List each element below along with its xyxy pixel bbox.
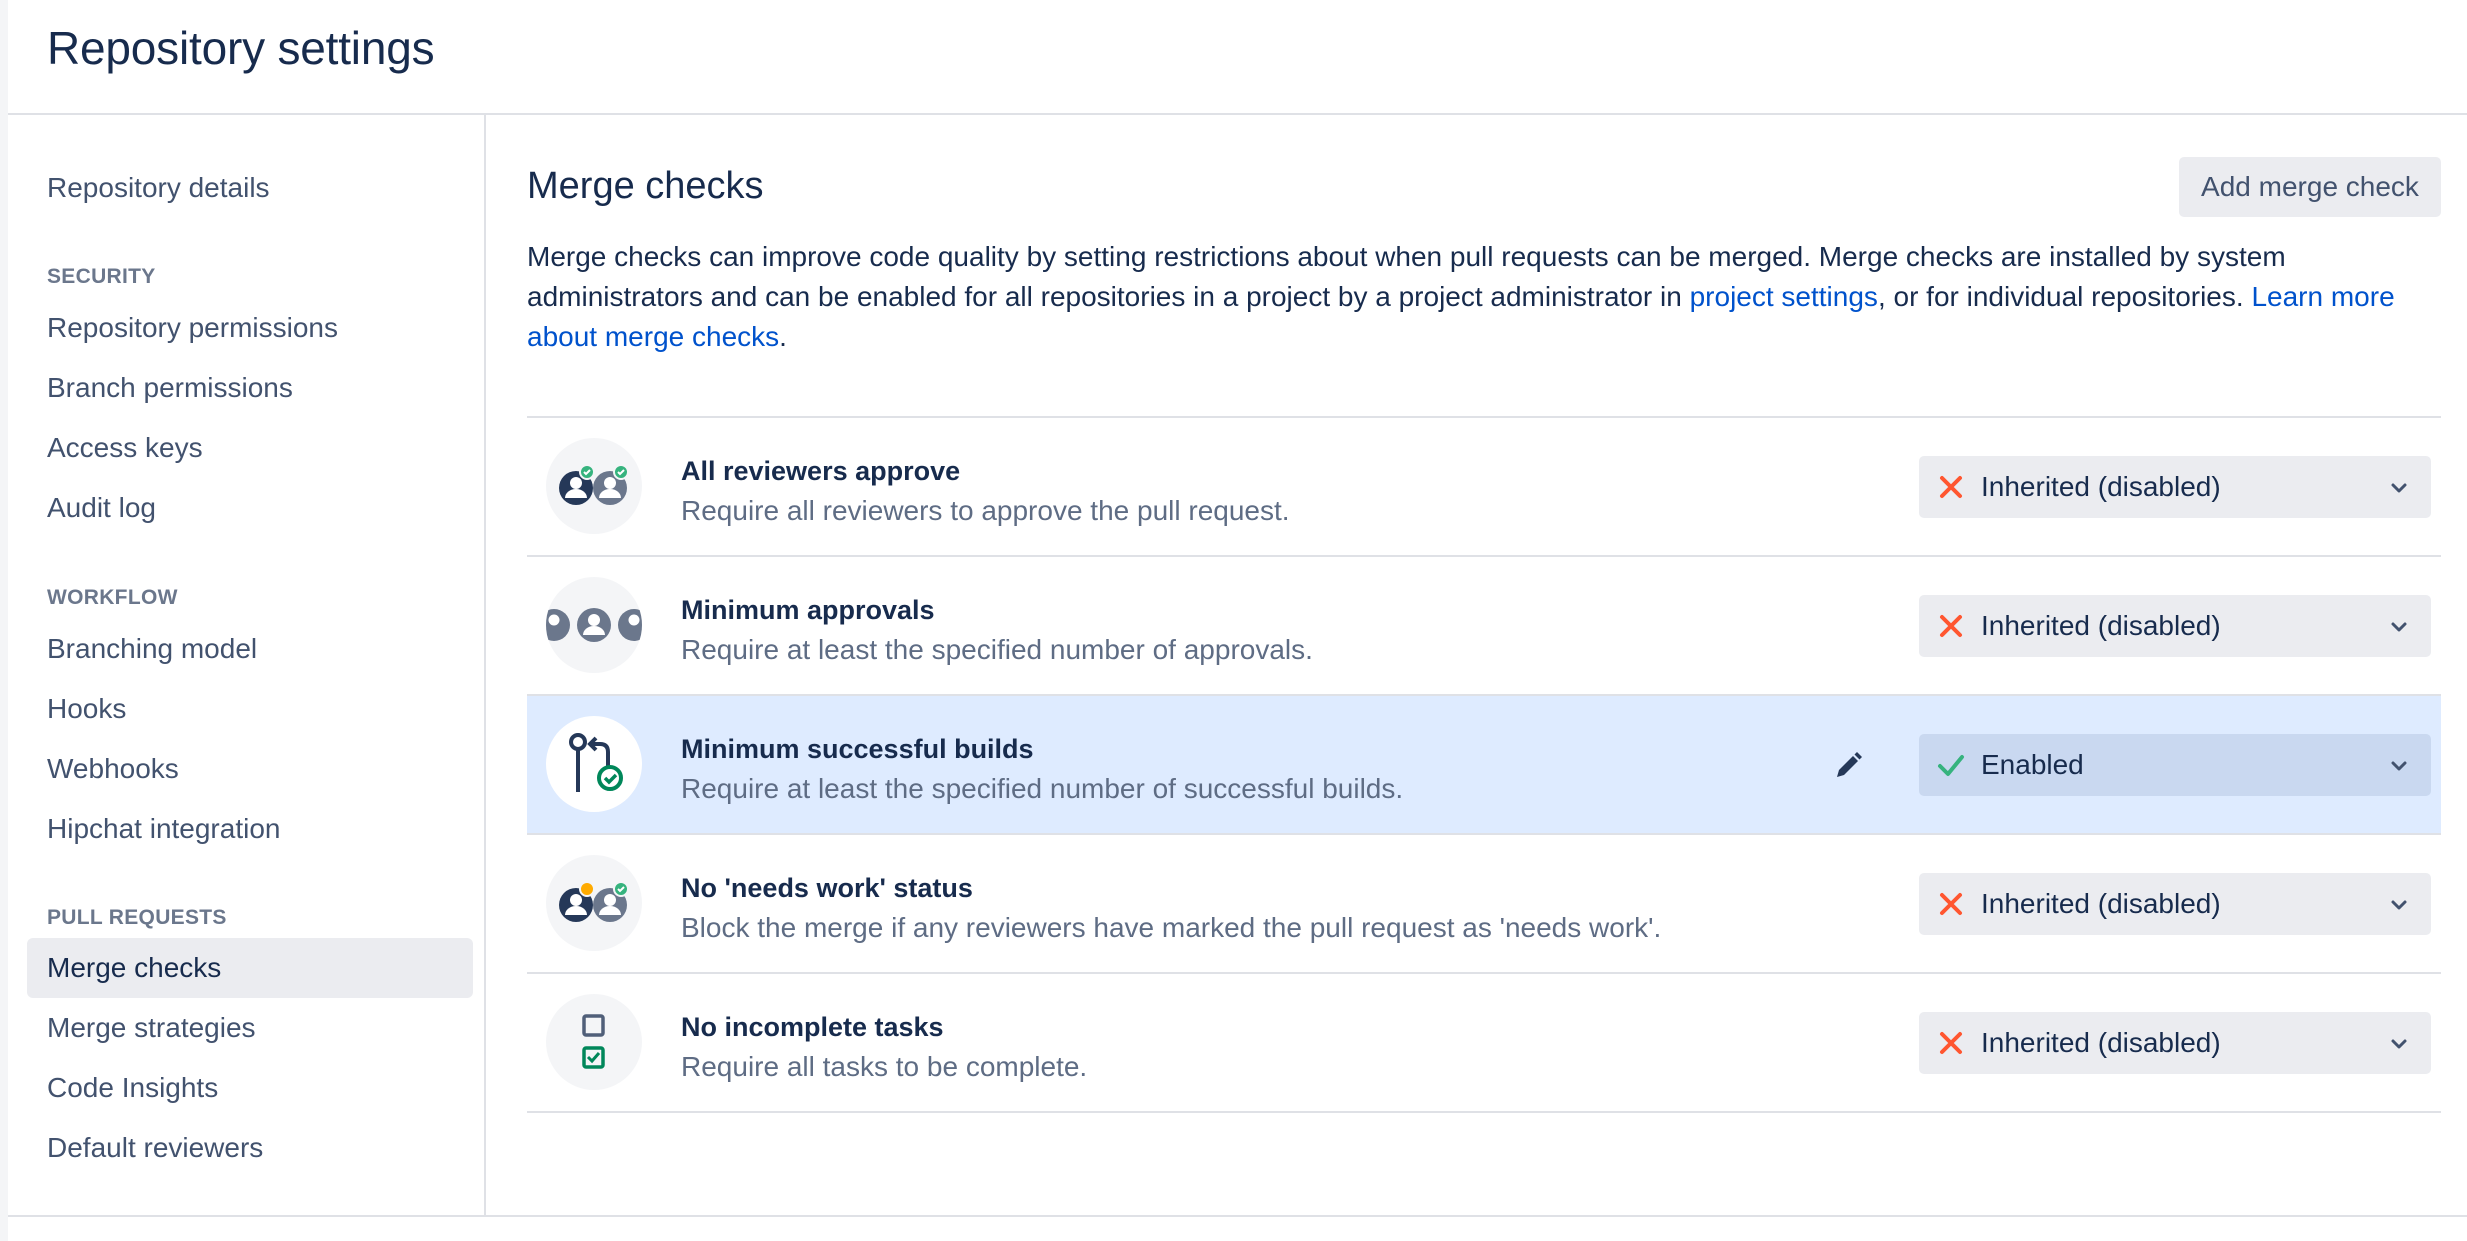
merge-check-row: Minimum approvals Require at least the s… — [527, 557, 2441, 696]
intro-text-after: . — [779, 321, 787, 352]
merge-checks-panel: Merge checks Add merge check Merge check… — [486, 115, 2467, 1215]
merge-check-status-text: Inherited (disabled) — [1981, 1027, 2221, 1058]
merge-checks-list: All reviewers approve Require all review… — [527, 416, 2441, 1113]
needs-work-reviewers-icon — [546, 855, 642, 951]
merge-check-status-text: Inherited (disabled) — [1981, 471, 2221, 502]
approvals-group-icon — [546, 577, 642, 673]
merge-check-name: All reviewers approve — [681, 456, 961, 486]
chevron-down-icon — [2391, 483, 2407, 493]
sidebar-heading-security: SECURITY — [47, 265, 156, 288]
merge-check-name: Minimum successful builds — [681, 734, 1034, 764]
intro-text-middle: , or for individual repositories. — [1877, 281, 2252, 312]
page-header: Repository settings — [8, 0, 2467, 115]
sidebar-item-branch-permissions[interactable]: Branch permissions — [27, 358, 473, 418]
merge-check-description: Require at least the specified number of… — [681, 773, 1404, 804]
sidebar-item-default-reviewers[interactable]: Default reviewers — [27, 1118, 473, 1178]
merge-check-description: Require at least the specified number of… — [681, 634, 1313, 665]
merge-check-description: Require all tasks to be complete. — [681, 1051, 1088, 1082]
merge-check-status-select[interactable]: Inherited (disabled) — [1919, 1012, 2431, 1074]
chevron-down-icon — [2391, 1039, 2407, 1049]
merge-check-status-text: Enabled — [1981, 749, 2084, 780]
merge-check-status-select[interactable]: Inherited (disabled) — [1919, 873, 2431, 935]
sidebar-item-repository-permissions[interactable]: Repository permissions — [27, 298, 473, 358]
merge-check-row: No 'needs work' status Block the merge i… — [527, 835, 2441, 974]
merge-check-status-select[interactable]: Enabled — [1919, 734, 2431, 796]
sidebar-item-webhooks[interactable]: Webhooks — [27, 739, 473, 799]
chevron-down-icon — [2391, 622, 2407, 632]
merge-check-row: All reviewers approve Require all review… — [527, 418, 2441, 557]
settings-sidebar: Repository details SECURITY Repository p… — [8, 115, 486, 1215]
pencil-icon — [1837, 752, 1862, 777]
edit-merge-check-button[interactable] — [1830, 748, 1866, 784]
page-title: Repository settings — [47, 22, 435, 74]
merge-check-name: No incomplete tasks — [681, 1012, 944, 1042]
tasks-checklist-icon — [546, 994, 642, 1090]
successful-build-icon — [546, 716, 642, 812]
merge-check-description: Block the merge if any reviewers have ma… — [681, 912, 1662, 943]
cross-icon — [1940, 476, 1962, 498]
sidebar-item-merge-strategies[interactable]: Merge strategies — [27, 998, 473, 1058]
project-settings-link[interactable]: project settings — [1690, 281, 1878, 312]
chevron-down-icon — [2391, 900, 2407, 910]
reviewers-approved-icon — [546, 438, 642, 534]
footer-divider — [8, 1215, 2467, 1217]
sidebar-item-repository-details[interactable]: Repository details — [27, 158, 473, 218]
sidebar-heading-pull-requests: PULL REQUESTS — [47, 906, 227, 929]
merge-check-status-text: Inherited (disabled) — [1981, 888, 2221, 919]
cross-icon — [1940, 1032, 1962, 1054]
merge-check-row: No incomplete tasks Require all tasks to… — [527, 974, 2441, 1113]
chevron-down-icon — [2391, 761, 2407, 771]
merge-checks-intro: Merge checks can improve code quality by… — [527, 237, 2447, 357]
sidebar-item-hooks[interactable]: Hooks — [27, 679, 473, 739]
check-icon — [1938, 755, 1964, 776]
merge-check-status-select[interactable]: Inherited (disabled) — [1919, 595, 2431, 657]
merge-check-row: Minimum successful builds Require at lea… — [527, 696, 2441, 835]
sidebar-item-access-keys[interactable]: Access keys — [27, 418, 473, 478]
section-title: Merge checks — [527, 165, 764, 207]
sidebar-item-code-insights[interactable]: Code Insights — [27, 1058, 473, 1118]
sidebar-item-audit-log[interactable]: Audit log — [27, 478, 473, 538]
window-left-edge — [0, 0, 8, 1241]
settings-frame: Repository settings Repository details S… — [8, 0, 2467, 1241]
add-merge-check-button[interactable]: Add merge check — [2179, 157, 2441, 217]
merge-check-status-text: Inherited (disabled) — [1981, 610, 2221, 641]
sidebar-item-merge-checks[interactable]: Merge checks — [27, 938, 473, 998]
merge-check-description: Require all reviewers to approve the pul… — [681, 495, 1290, 526]
sidebar-heading-workflow: WORKFLOW — [47, 586, 178, 609]
sidebar-item-branching-model[interactable]: Branching model — [27, 619, 473, 679]
merge-check-name: Minimum approvals — [681, 595, 935, 625]
sidebar-item-hipchat-integration[interactable]: Hipchat integration — [27, 799, 473, 859]
cross-icon — [1940, 893, 1962, 915]
cross-icon — [1940, 615, 1962, 637]
merge-check-name: No 'needs work' status — [681, 873, 973, 903]
merge-check-status-select[interactable]: Inherited (disabled) — [1919, 456, 2431, 518]
